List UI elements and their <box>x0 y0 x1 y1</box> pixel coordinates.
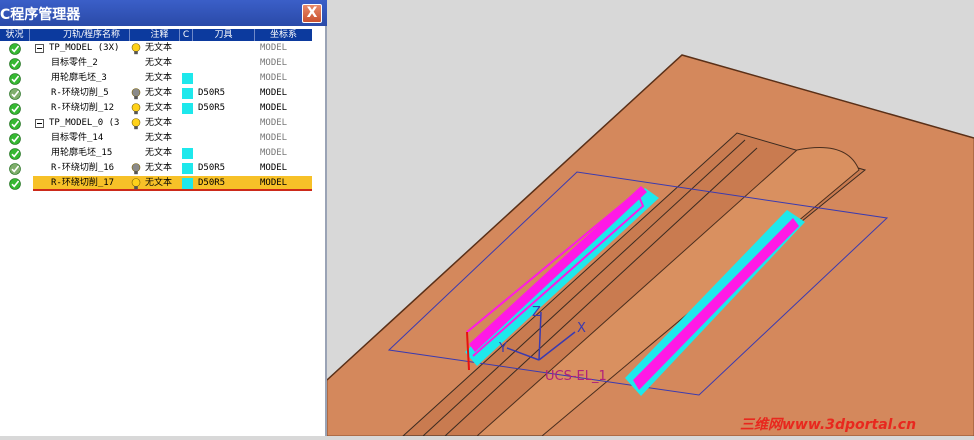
tree-row[interactable]: TP_MODEL (3X) 无文本 MODEL <box>0 41 312 56</box>
program-manager-panel: C程序管理器 X 状况 刀轨/程序名称 注释 C 刀具 坐标系 TP_MODEL… <box>0 0 327 436</box>
column-tool[interactable]: 刀具 <box>193 29 255 41</box>
model-view[interactable]: Z X Y UCS-EL_1 <box>326 0 974 437</box>
row-note: 无文本 <box>145 118 173 128</box>
color-swatch[interactable] <box>182 178 193 189</box>
row-tool: D50R5 <box>198 178 226 188</box>
status-check-icon <box>9 148 21 160</box>
graphics-viewport[interactable]: Z X Y UCS-EL_1 <box>326 0 974 437</box>
color-swatch[interactable] <box>182 163 193 174</box>
row-coord: MODEL <box>260 73 288 83</box>
row-name: 目标零件_2 <box>51 58 98 68</box>
row-note: 无文本 <box>145 73 173 83</box>
color-swatch[interactable] <box>182 88 193 99</box>
bulb-icon[interactable] <box>131 43 141 55</box>
watermark: 三维网www.3dportal.cn <box>740 417 917 433</box>
row-coord: MODEL <box>260 103 288 113</box>
row-coord: MODEL <box>260 58 288 68</box>
status-check-icon <box>9 163 21 175</box>
title-bar[interactable]: C程序管理器 X <box>0 0 327 26</box>
row-coord: MODEL <box>260 148 288 158</box>
row-coord: MODEL <box>260 163 288 173</box>
axis-z-label: Z <box>532 305 541 320</box>
tree-row[interactable]: 目标零件_2 无文本 MODEL <box>0 56 312 71</box>
axis-y-label: Y <box>498 341 507 356</box>
row-name: R-环绕切削_16 <box>51 163 115 173</box>
status-check-icon <box>9 133 21 145</box>
bulb-icon[interactable] <box>131 88 141 100</box>
row-coord: MODEL <box>260 133 288 143</box>
axis-x-label: X <box>577 321 586 336</box>
bulb-icon[interactable] <box>131 178 141 190</box>
bulb-icon[interactable] <box>131 163 141 175</box>
tree-row[interactable]: R-环绕切削_5 无文本 D50R5 MODEL <box>0 86 312 101</box>
row-name: 用轮廓毛坯_3 <box>51 73 107 83</box>
bulb-icon[interactable] <box>131 118 141 130</box>
row-coord: MODEL <box>260 118 288 128</box>
color-swatch[interactable] <box>182 103 193 114</box>
csys-label: UCS-EL_1 <box>545 369 607 384</box>
row-coord: MODEL <box>260 43 288 53</box>
row-note: 无文本 <box>145 58 173 68</box>
row-note: 无文本 <box>145 103 173 113</box>
color-swatch[interactable] <box>182 148 193 159</box>
row-note: 无文本 <box>145 148 173 158</box>
collapse-icon[interactable] <box>35 44 44 53</box>
bulb-icon[interactable] <box>131 103 141 115</box>
tree-row[interactable]: 用轮廓毛坯_15 无文本 MODEL <box>0 146 312 161</box>
row-tool: D50R5 <box>198 163 226 173</box>
row-tool: D50R5 <box>198 88 226 98</box>
color-swatch[interactable] <box>182 73 193 84</box>
row-note: 无文本 <box>145 88 173 98</box>
row-tool: D50R5 <box>198 103 226 113</box>
row-name: TP_MODEL (3X) <box>49 43 120 53</box>
column-c[interactable]: C <box>180 29 193 41</box>
tree-row[interactable]: R-环绕切削_17 无文本 D50R5 MODEL <box>0 176 312 191</box>
status-check-icon <box>9 73 21 85</box>
close-button[interactable]: X <box>302 4 322 23</box>
row-note: 无文本 <box>145 163 173 173</box>
column-header: 状况 刀轨/程序名称 注释 C 刀具 坐标系 <box>0 29 312 41</box>
row-name: R-环绕切削_17 <box>51 178 115 188</box>
column-note[interactable]: 注释 <box>140 29 180 41</box>
status-check-icon <box>9 43 21 55</box>
collapse-icon[interactable] <box>35 119 44 128</box>
column-status[interactable]: 状况 <box>0 29 30 41</box>
tree-row[interactable]: 用轮廓毛坯_3 无文本 MODEL <box>0 71 312 86</box>
column-name[interactable]: 刀轨/程序名称 <box>54 29 130 41</box>
status-check-icon <box>9 58 21 70</box>
column-coord[interactable]: 坐标系 <box>255 29 312 41</box>
window-title: C程序管理器 <box>0 7 81 23</box>
tree-row[interactable]: 目标零件_14 无文本 MODEL <box>0 131 312 146</box>
tree-row[interactable]: R-环绕切削_16 无文本 D50R5 MODEL <box>0 161 312 176</box>
row-coord: MODEL <box>260 88 288 98</box>
row-coord: MODEL <box>260 178 288 188</box>
row-name: 目标零件_14 <box>51 133 104 143</box>
status-check-icon <box>9 178 21 190</box>
close-icon: X <box>306 5 318 21</box>
row-name: R-环绕切削_5 <box>51 88 109 98</box>
row-note: 无文本 <box>145 133 173 143</box>
status-check-icon <box>9 88 21 100</box>
row-note: 无文本 <box>145 43 173 53</box>
tree-row[interactable]: TP_MODEL_0 (3 无文本 MODEL <box>0 116 312 131</box>
tree-row[interactable]: R-环绕切削_12 无文本 D50R5 MODEL <box>0 101 312 116</box>
status-check-icon <box>9 103 21 115</box>
row-name: 用轮廓毛坯_15 <box>51 148 113 158</box>
row-name: TP_MODEL_0 (3 <box>49 118 120 128</box>
status-check-icon <box>9 118 21 130</box>
row-note: 无文本 <box>145 178 173 188</box>
row-name: R-环绕切削_12 <box>51 103 115 113</box>
